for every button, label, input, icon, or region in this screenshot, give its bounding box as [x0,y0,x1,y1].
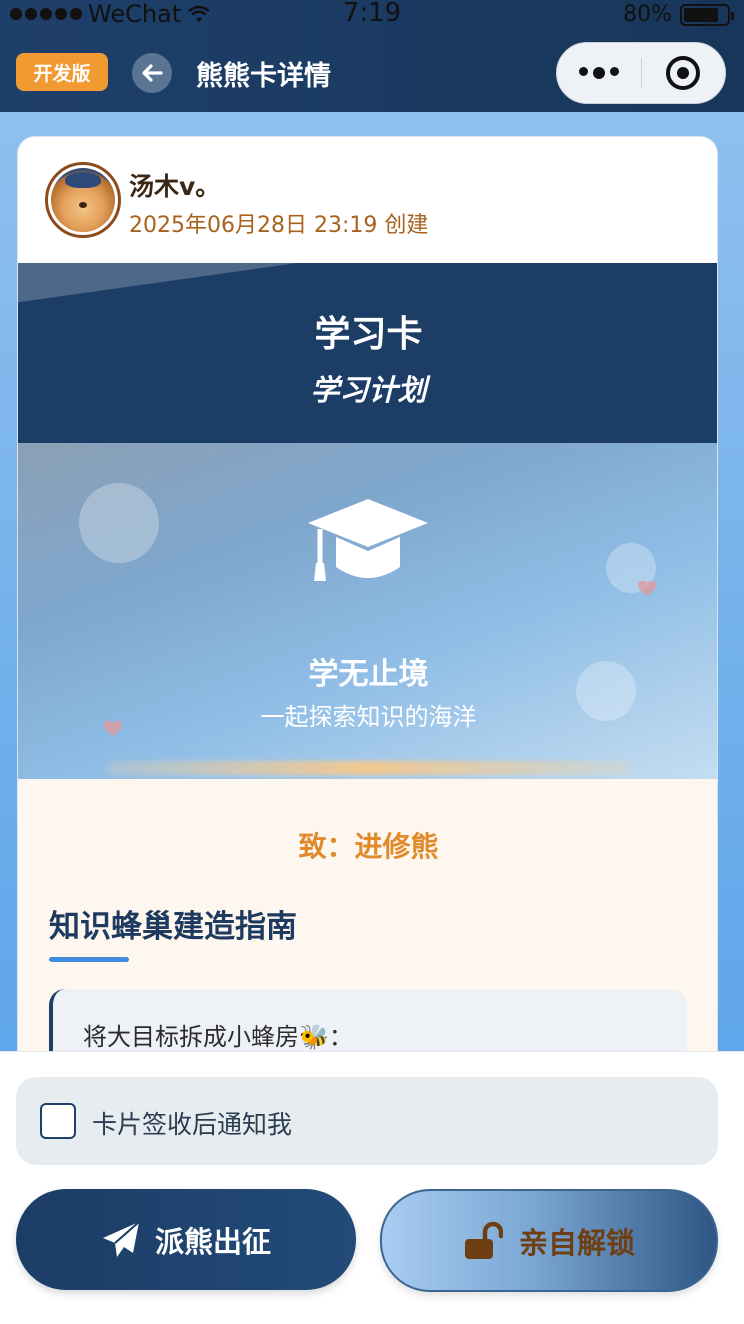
hero-glow [106,761,630,775]
top-bar: WeChat 7:19 80% 开发版 熊熊卡详情 [0,0,744,112]
unlock-button-label: 亲自解锁 [518,1225,635,1260]
bottom-action-panel: 卡片签收后通知我 派熊出征 亲自解锁 [0,1051,744,1324]
send-bear-button[interactable]: 派熊出征 [16,1189,356,1290]
dev-version-badge: 开发版 [16,53,108,91]
more-dots-icon [578,67,588,76]
card-hero: 学无止境 一起探索知识的海洋 [18,443,717,779]
unlock-icon [464,1221,503,1259]
card-header: 汤木v。 2025年06月28日 23:19 创建 [18,137,717,263]
hero-subtitle: 一起探索知识的海洋 [260,703,477,731]
section-title: 知识蜂巢建造指南 [49,909,297,945]
bear-card: 汤木v。 2025年06月28日 23:19 创建 学习卡 学习计划 学无止境 … [17,136,718,1136]
banner-subtitle: 学习计划 [310,373,427,407]
status-bar: WeChat 7:19 80% [0,0,744,30]
card-banner: 学习卡 学习计划 [18,263,717,443]
created-time: 2025年06月28日 23:19 创建 [129,213,429,238]
recipient-label: 致：进修熊 [298,830,439,863]
close-miniprogram-button[interactable] [642,56,726,90]
arrow-left-icon [142,64,163,82]
user-name: 汤木v。 [129,172,221,201]
battery-percent: 80% [623,2,672,27]
back-button[interactable] [132,53,172,93]
notify-checkbox[interactable] [40,1103,76,1139]
banner-title: 学习卡 [314,314,423,355]
notify-label: 卡片签收后通知我 [92,1110,293,1139]
notify-option[interactable]: 卡片签收后通知我 [16,1077,718,1165]
unlock-button[interactable]: 亲自解锁 [380,1189,718,1292]
status-right: 80% [623,2,734,27]
battery-icon [680,3,734,26]
decor-bubble [79,483,159,563]
miniprogram-capsule [556,42,726,104]
page-title: 熊熊卡详情 [196,61,331,92]
more-button[interactable] [557,67,641,79]
paper-plane-icon [102,1220,140,1257]
send-button-label: 派熊出征 [154,1224,271,1259]
target-circle-icon [666,56,701,90]
section-underline [49,957,129,962]
tip-text: 将大目标拆成小蜂房🐝： [83,1023,353,1051]
graduation-cap-icon [308,499,428,581]
avatar[interactable] [45,162,121,238]
heart-icon [638,581,656,596]
hero-title: 学无止境 [308,657,429,692]
